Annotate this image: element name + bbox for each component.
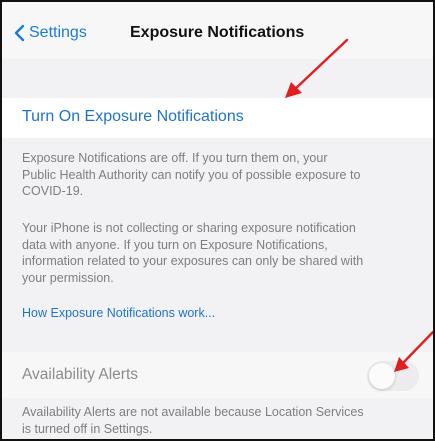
red-arrow-icon (285, 38, 349, 98)
settings-screen: Settings Exposure Notifications Turn On … (0, 0, 435, 441)
red-arrow-icon (394, 330, 433, 372)
annotation-arrows (285, 38, 433, 372)
